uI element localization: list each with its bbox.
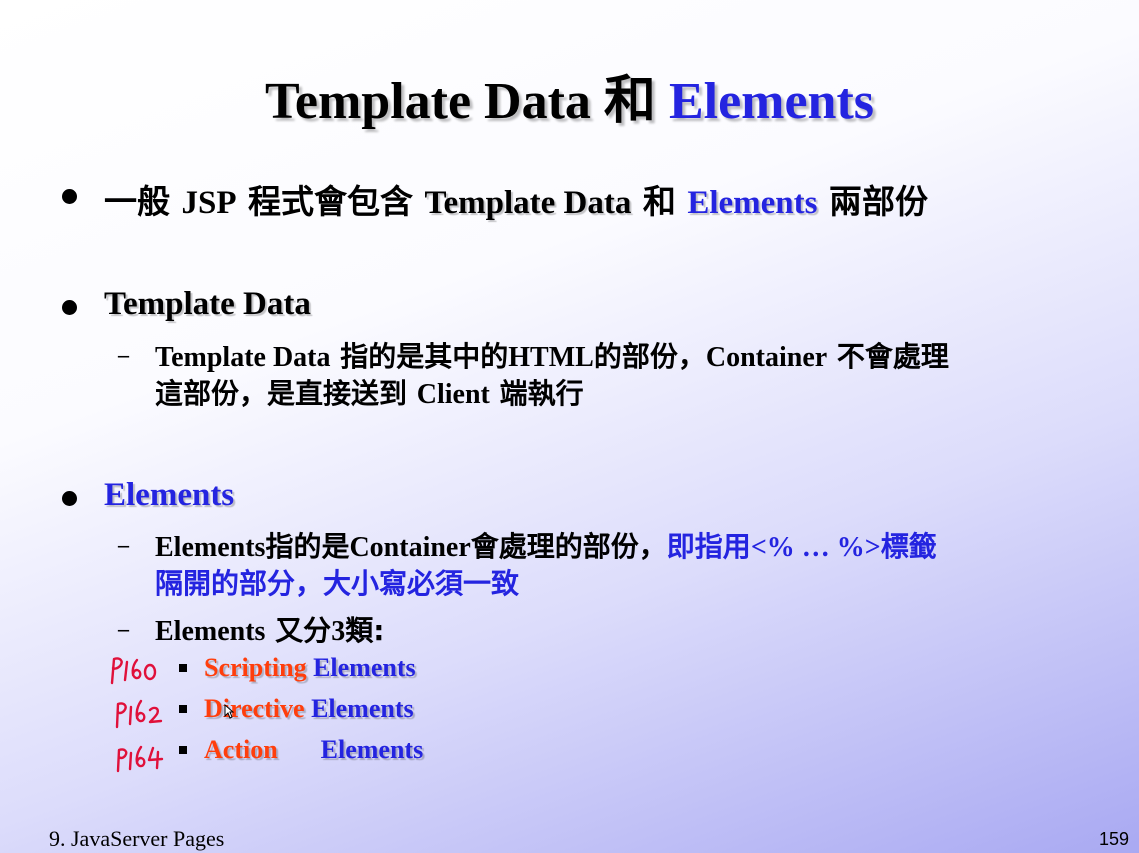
square-bullet-1 bbox=[179, 664, 187, 672]
handwritten-annotation-p160 bbox=[110, 657, 157, 685]
element-type-action: Action Elements bbox=[204, 735, 424, 764]
bullet-3-heading: Elements bbox=[104, 477, 235, 513]
mouse-cursor-icon bbox=[224, 704, 234, 719]
bullet-dot-3 bbox=[62, 491, 77, 506]
title-part-1: Template Data bbox=[264, 73, 604, 130]
bullet-2-sub-1-line-2: 這部份，是直接送到 Client 端執行 bbox=[155, 377, 584, 410]
handwritten-annotation-p164 bbox=[116, 745, 164, 773]
bullet-2-sub-1-line-1: Template Data 指的是其中的HTML的部份，Container 不會… bbox=[155, 340, 949, 373]
element-type-directive: Directive Elements bbox=[204, 694, 414, 723]
bullet-dot-1 bbox=[62, 189, 77, 204]
page-number: 159 bbox=[1098, 829, 1129, 849]
dash-3-1: – bbox=[118, 532, 129, 557]
dash-3-2: – bbox=[118, 616, 129, 641]
title-part-2: Elements bbox=[655, 73, 875, 130]
bullet-dot-2 bbox=[62, 300, 77, 315]
bullet-3-sub-2: Elements 又分3類: bbox=[155, 614, 385, 647]
bullet-2-heading: Template Data bbox=[104, 286, 311, 322]
bullet-1: 一般 JSP 程式會包含 Template Data 和 Elements 兩部… bbox=[104, 182, 928, 221]
slide-title: Template Data 和 Elements bbox=[0, 58, 1139, 133]
handwritten-annotation-p162 bbox=[115, 699, 163, 729]
square-bullet-2 bbox=[179, 705, 187, 713]
element-type-scripting: Scripting Elements bbox=[204, 653, 416, 682]
square-bullet-3 bbox=[179, 746, 187, 754]
bullet-3-sub-1-line-2: 隔開的部分，大小寫必須一致 bbox=[155, 567, 520, 600]
bullet-3-sub-1-line-1: Elements指的是Container會處理的部份，即指用<% … %>標籤 bbox=[155, 530, 937, 563]
footer-section-title: 9. JavaServer Pages bbox=[49, 826, 225, 851]
title-cjk: 和 bbox=[603, 71, 656, 131]
dash-2-1: – bbox=[118, 342, 129, 367]
